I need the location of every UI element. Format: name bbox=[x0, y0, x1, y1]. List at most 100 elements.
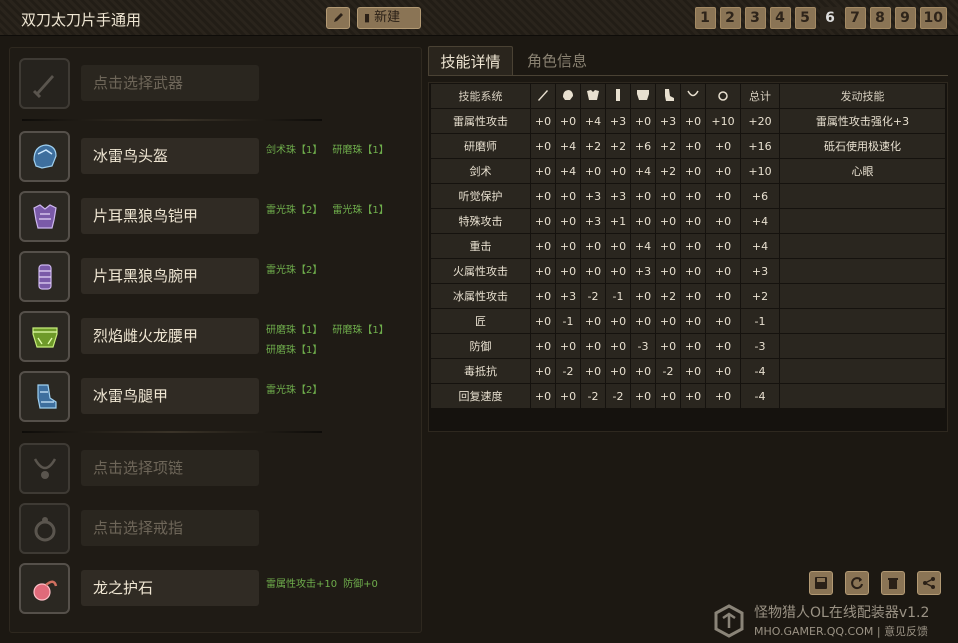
weapon-slot[interactable]: 点击选择武器 bbox=[19, 58, 414, 110]
page-button-1[interactable]: 1 bbox=[694, 7, 716, 29]
page-button-8[interactable]: 8 bbox=[869, 7, 891, 29]
legs-slot[interactable]: 冰雷鸟腿甲 雷光珠【2】 bbox=[19, 371, 414, 423]
save-button[interactable] bbox=[809, 571, 833, 595]
refresh-button[interactable] bbox=[845, 571, 869, 595]
legs-name[interactable]: 冰雷鸟腿甲 bbox=[81, 378, 259, 414]
skill-point-cell: -2 bbox=[556, 359, 580, 383]
skill-point-cell: +0 bbox=[531, 309, 555, 333]
skill-total-cell: +4 bbox=[741, 209, 779, 233]
active-skill-cell bbox=[780, 309, 945, 333]
head-name[interactable]: 冰雷鸟头盔 bbox=[81, 138, 259, 174]
tab-skill-details[interactable]: 技能详情 bbox=[428, 46, 513, 76]
skill-point-cell: +0 bbox=[656, 384, 680, 408]
edit-title-button[interactable] bbox=[326, 7, 350, 29]
skill-point-cell: +0 bbox=[581, 334, 605, 358]
table-row: 研磨师 +0 +4 +2 +2 +6 +2 +0 +0 +16 砥石使用极速化 bbox=[431, 134, 945, 158]
brand-logo-icon bbox=[714, 604, 744, 638]
brand-site-link[interactable]: MHO.GAMER.QQ.COM bbox=[754, 625, 873, 638]
ring-name[interactable]: 点击选择戒指 bbox=[81, 510, 259, 546]
table-row: 火属性攻击 +0 +0 +0 +0 +3 +0 +0 +0 +3 bbox=[431, 259, 945, 283]
skill-total-cell: +16 bbox=[741, 134, 779, 158]
gem-label: 雷光珠【1】 bbox=[332, 205, 389, 216]
skill-point-cell: +0 bbox=[706, 359, 740, 383]
leg-armor-icon bbox=[36, 383, 57, 409]
waist-slot-icon[interactable] bbox=[19, 311, 70, 362]
skill-point-cell: +0 bbox=[631, 209, 655, 233]
skill-point-cell: +0 bbox=[656, 309, 680, 333]
new-set-button[interactable]: ▮ 新建 bbox=[357, 7, 421, 29]
header-legs bbox=[656, 84, 680, 108]
weapon-name[interactable]: 点击选择武器 bbox=[81, 65, 259, 101]
talisman-slot-icon[interactable] bbox=[19, 563, 70, 614]
gem-label: 剑术珠【1】 bbox=[266, 145, 323, 156]
chest-slot[interactable]: 片耳黑狼鸟铠甲 雷光珠【2】 雷光珠【1】 bbox=[19, 191, 414, 243]
set-title: 双刀太刀片手通用 bbox=[21, 11, 142, 29]
table-row: 冰属性攻击 +0 +3 -2 -1 +0 +2 +0 +0 +2 bbox=[431, 284, 945, 308]
skill-total-cell: -1 bbox=[741, 309, 779, 333]
skill-name-cell: 防御 bbox=[431, 334, 530, 358]
arms-slot-icon[interactable] bbox=[19, 251, 70, 302]
active-skill-cell bbox=[780, 234, 945, 258]
legs-slot-icon[interactable] bbox=[19, 371, 70, 422]
page-button-4[interactable]: 4 bbox=[769, 7, 791, 29]
necklace-name[interactable]: 点击选择项链 bbox=[81, 450, 259, 486]
skill-point-cell: -2 bbox=[581, 284, 605, 308]
skill-point-cell: -2 bbox=[581, 384, 605, 408]
page-button-2[interactable]: 2 bbox=[719, 7, 741, 29]
table-row: 剑术 +0 +4 +0 +0 +4 +2 +0 +0 +10 心眼 bbox=[431, 159, 945, 183]
head-slot[interactable]: 冰雷鸟头盔 剑术珠【1】 研磨珠【1】 bbox=[19, 131, 414, 183]
skill-total-cell: +3 bbox=[741, 259, 779, 283]
tab-character-info[interactable]: 角色信息 bbox=[527, 46, 597, 76]
feedback-link[interactable]: 意见反馈 bbox=[884, 625, 928, 638]
page-button-3[interactable]: 3 bbox=[744, 7, 766, 29]
skill-point-cell: +4 bbox=[556, 134, 580, 158]
table-row: 防御 +0 +0 +0 +0 -3 +0 +0 +0 -3 bbox=[431, 334, 945, 358]
chest-slot-icon[interactable] bbox=[19, 191, 70, 242]
waist-slot[interactable]: 烈焰雌火龙腰甲 研磨珠【1】 研磨珠【1】 研磨珠【1】 bbox=[19, 311, 414, 363]
skill-point-cell: +2 bbox=[656, 134, 680, 158]
skill-point-cell: +2 bbox=[606, 134, 630, 158]
chest-name[interactable]: 片耳黑狼鸟铠甲 bbox=[81, 198, 259, 234]
skill-point-cell: +0 bbox=[581, 159, 605, 183]
ring-slot-icon[interactable] bbox=[19, 503, 70, 554]
active-skill-cell: 砥石使用极速化 bbox=[780, 134, 945, 158]
ring-slot[interactable]: 点击选择戒指 bbox=[19, 503, 414, 555]
delete-button[interactable] bbox=[881, 571, 905, 595]
table-row: 回复速度 +0 +0 -2 -2 +0 +0 +0 +0 -4 bbox=[431, 384, 945, 408]
arms-name[interactable]: 片耳黑狼鸟腕甲 bbox=[81, 258, 259, 294]
arms-slot[interactable]: 片耳黑狼鸟腕甲 雷光珠【2】 bbox=[19, 251, 414, 303]
save-icon bbox=[815, 577, 827, 589]
share-button[interactable] bbox=[917, 571, 941, 595]
table-row: 匠 +0 -1 +0 +0 +0 +0 +0 +0 -1 bbox=[431, 309, 945, 333]
page-button-7[interactable]: 7 bbox=[844, 7, 866, 29]
waist-name[interactable]: 烈焰雌火龙腰甲 bbox=[81, 318, 259, 354]
talisman-name[interactable]: 龙之护石 bbox=[81, 570, 259, 606]
skill-point-cell: -1 bbox=[556, 309, 580, 333]
skill-point-cell: +0 bbox=[681, 259, 705, 283]
tab-underline bbox=[428, 75, 948, 76]
header-arms bbox=[606, 84, 630, 108]
skill-point-cell: +0 bbox=[606, 159, 630, 183]
gem-label: 研磨珠【1】 bbox=[266, 325, 323, 336]
skill-point-cell: +0 bbox=[706, 134, 740, 158]
head-slot-icon[interactable] bbox=[19, 131, 70, 182]
page-button-6[interactable]: 6 bbox=[819, 7, 841, 29]
gem-label: 雷光珠【2】 bbox=[266, 265, 323, 276]
skill-point-cell: +0 bbox=[706, 209, 740, 233]
necklace-slot-icon[interactable] bbox=[19, 443, 70, 494]
weapon-slot-icon[interactable] bbox=[19, 58, 70, 109]
skill-name-cell: 研磨师 bbox=[431, 134, 530, 158]
share-icon bbox=[923, 577, 935, 589]
skill-name-cell: 匠 bbox=[431, 309, 530, 333]
skill-total-cell: +10 bbox=[741, 159, 779, 183]
skill-point-cell: +0 bbox=[681, 109, 705, 133]
skill-total-cell: +2 bbox=[741, 284, 779, 308]
necklace-slot[interactable]: 点击选择项链 bbox=[19, 443, 414, 495]
skill-point-cell: +3 bbox=[606, 184, 630, 208]
page-button-9[interactable]: 9 bbox=[894, 7, 916, 29]
page-button-5[interactable]: 5 bbox=[794, 7, 816, 29]
skill-name-cell: 火属性攻击 bbox=[431, 259, 530, 283]
talisman-slot[interactable]: 龙之护石 雷属性攻击+10 防御+0 bbox=[19, 563, 414, 615]
gauntlet-icon bbox=[616, 88, 620, 101]
page-button-10[interactable]: 10 bbox=[919, 7, 947, 29]
